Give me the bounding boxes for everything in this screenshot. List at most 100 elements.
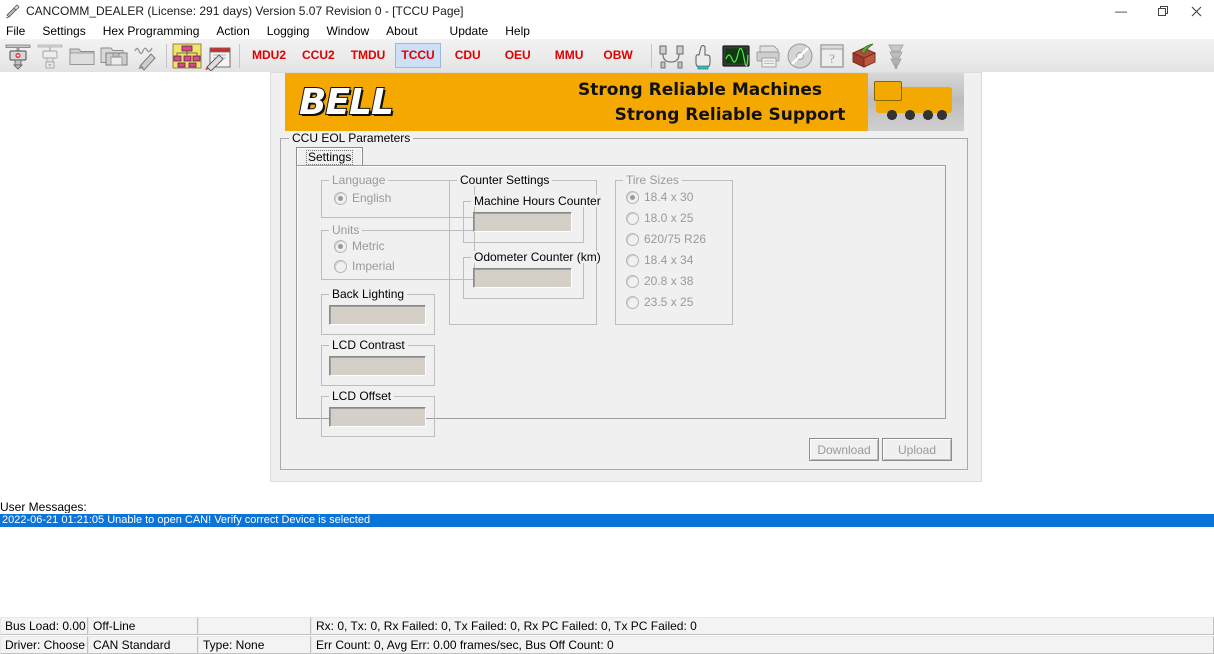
bell-banner: BELL Strong Reliable Machines Strong Rel…: [285, 73, 964, 131]
menu-item-update[interactable]: Update: [450, 24, 489, 38]
toolbar-module-oeu[interactable]: OEU: [499, 43, 537, 68]
status-connection-state: Off-Line: [88, 617, 198, 635]
printer-icon[interactable]: [753, 41, 783, 71]
package-box-icon[interactable]: [849, 41, 879, 71]
radio-dot-icon: [626, 211, 639, 225]
tab-settings[interactable]: Settings: [296, 147, 364, 167]
radio-units-imperial[interactable]: Imperial: [334, 259, 395, 273]
toolbar-module-tccu[interactable]: TCCU: [395, 43, 441, 68]
svg-text:?: ?: [829, 51, 835, 66]
odometer-counter-input[interactable]: [473, 268, 572, 288]
window-title: CANCOMM_DEALER (License: 291 days) Versi…: [26, 4, 464, 18]
download-button[interactable]: Download: [809, 438, 879, 461]
status-empty: [198, 617, 311, 635]
network-nodes-icon[interactable]: [172, 41, 202, 71]
close-button[interactable]: [1184, 0, 1214, 22]
menu-item-about[interactable]: About: [386, 24, 417, 38]
minimize-button[interactable]: —: [1100, 0, 1142, 22]
bell-logo: BELL: [298, 82, 395, 123]
articulated-dump-truck-photo: [868, 73, 964, 131]
radio-tire-18-4x30[interactable]: 18.4 x 30: [626, 190, 693, 204]
user-messages-label: User Messages:: [0, 500, 87, 514]
toolbar-separator: [239, 43, 240, 68]
application-window: CANCOMM_DEALER (License: 291 days) Versi…: [0, 0, 1214, 654]
upload-from-ecu-icon[interactable]: [35, 41, 65, 71]
toolbar-separator: [650, 43, 652, 68]
radio-tire-620-75r26[interactable]: 620/75 R26: [626, 232, 706, 246]
radio-units-imperial-label: Imperial: [352, 259, 395, 273]
radio-tire-23-5x25-label: 23.5 x 25: [644, 295, 694, 309]
lcd-contrast-input[interactable]: [329, 356, 426, 376]
bell-tagline-line2: Strong Reliable Support: [614, 105, 846, 125]
save-folder-icon[interactable]: [99, 41, 129, 71]
restore-button[interactable]: [1142, 0, 1184, 22]
menu-item-file[interactable]: File: [6, 24, 25, 38]
restore-icon: [1157, 5, 1168, 16]
radio-dot-icon: [626, 190, 639, 204]
tire-sizes-group: Tire Sizes 18.4 x 30 18.0 x 25 620/75 R2…: [615, 174, 733, 325]
back-lighting-group: Back Lighting: [321, 288, 435, 335]
radio-dot-icon: [626, 232, 639, 246]
toolbar-module-ccu2[interactable]: CCU2: [296, 43, 341, 68]
radio-units-metric-label: Metric: [352, 239, 385, 253]
menu-item-action[interactable]: Action: [216, 24, 249, 38]
user-messages-list[interactable]: 2022-06-21 01:21:05 Unable to open CAN! …: [0, 513, 1214, 614]
tab-settings-label: Settings: [306, 150, 354, 165]
title-bar: CANCOMM_DEALER (License: 291 days) Versi…: [0, 0, 1214, 22]
open-folder-icon[interactable]: [67, 41, 97, 71]
traffic-light-icon[interactable]: [881, 41, 911, 71]
lcd-offset-group: LCD Offset: [321, 390, 435, 437]
radio-dot-icon: [334, 191, 347, 205]
edit-notes-icon[interactable]: [204, 41, 234, 72]
app-icon: [5, 3, 21, 19]
toolbar: MDU2 CCU2 TMDU TCCU CDU OEU MMU OBW ?: [0, 39, 1214, 73]
odometer-counter-caption: Odometer Counter (km): [471, 251, 604, 263]
lcd-contrast-caption: LCD Contrast: [329, 339, 408, 351]
menu-item-help[interactable]: Help: [505, 24, 530, 38]
ccu-eol-parameters-caption: CCU EOL Parameters: [289, 132, 414, 144]
radio-tire-18-0x25[interactable]: 18.0 x 25: [626, 211, 693, 225]
radio-tire-18-0x25-label: 18.0 x 25: [644, 211, 694, 225]
toolbar-module-mdu2[interactable]: MDU2: [246, 43, 292, 68]
menu-item-hex-programming[interactable]: Hex Programming: [103, 24, 200, 38]
radio-language-english[interactable]: English: [334, 191, 391, 205]
radio-dot-icon: [626, 253, 639, 267]
radio-tire-20-8x38[interactable]: 20.8 x 38: [626, 274, 693, 288]
status-bar-row-1: Bus Load: 0.00 % Off-Line Rx: 0, Tx: 0, …: [0, 617, 1214, 635]
menu-item-window[interactable]: Window: [326, 24, 369, 38]
radio-dot-icon: [334, 239, 347, 253]
machine-hours-counter-input[interactable]: [473, 212, 572, 232]
language-caption: Language: [329, 174, 389, 186]
toolbar-module-tmdu[interactable]: TMDU: [345, 43, 392, 68]
bell-tagline-line1: Strong Reliable Machines: [578, 80, 822, 100]
oscilloscope-graph-icon[interactable]: [721, 41, 751, 71]
hand-pointer-icon[interactable]: [689, 41, 719, 71]
ccu-eol-parameters-group: CCU EOL Parameters Settings Language Eng…: [280, 132, 968, 470]
toolbar-module-mmu[interactable]: MMU: [549, 43, 590, 68]
status-counters: Rx: 0, Tx: 0, Rx Failed: 0, Tx Failed: 0…: [311, 617, 1214, 635]
back-lighting-caption: Back Lighting: [329, 288, 408, 300]
machine-hours-counter-group: Machine Hours Counter: [463, 195, 604, 243]
download-to-ecu-icon[interactable]: [3, 41, 33, 71]
user-message-row[interactable]: 2022-06-21 01:21:05 Unable to open CAN! …: [0, 514, 1214, 527]
radio-units-metric[interactable]: Metric: [334, 239, 385, 253]
radio-tire-18-4x34[interactable]: 18.4 x 34: [626, 253, 693, 267]
toolbar-module-cdu[interactable]: CDU: [449, 43, 487, 68]
connector-cable-icon[interactable]: [657, 41, 687, 71]
status-error-counters: Err Count: 0, Avg Err: 0.00 frames/sec, …: [311, 636, 1214, 654]
radio-tire-23-5x25[interactable]: 23.5 x 25: [626, 295, 693, 309]
disc-icon[interactable]: [785, 41, 815, 71]
help-window-icon[interactable]: ?: [817, 41, 847, 71]
toolbar-module-obw[interactable]: OBW: [597, 43, 638, 68]
menu-bar: File Settings Hex Programming Action Log…: [0, 22, 1214, 39]
menu-item-logging[interactable]: Logging: [267, 24, 310, 38]
lcd-offset-input[interactable]: [329, 407, 426, 427]
back-lighting-input[interactable]: [329, 305, 426, 325]
menu-item-settings[interactable]: Settings: [42, 24, 85, 38]
signature-pen-icon[interactable]: [131, 41, 161, 71]
counter-settings-caption: Counter Settings: [457, 174, 553, 186]
status-bar-row-2: Driver: Choose CAN Standard Type: None E…: [0, 636, 1214, 654]
close-icon: [1191, 6, 1201, 16]
upload-button[interactable]: Upload: [882, 438, 952, 461]
tire-sizes-caption: Tire Sizes: [623, 174, 682, 186]
